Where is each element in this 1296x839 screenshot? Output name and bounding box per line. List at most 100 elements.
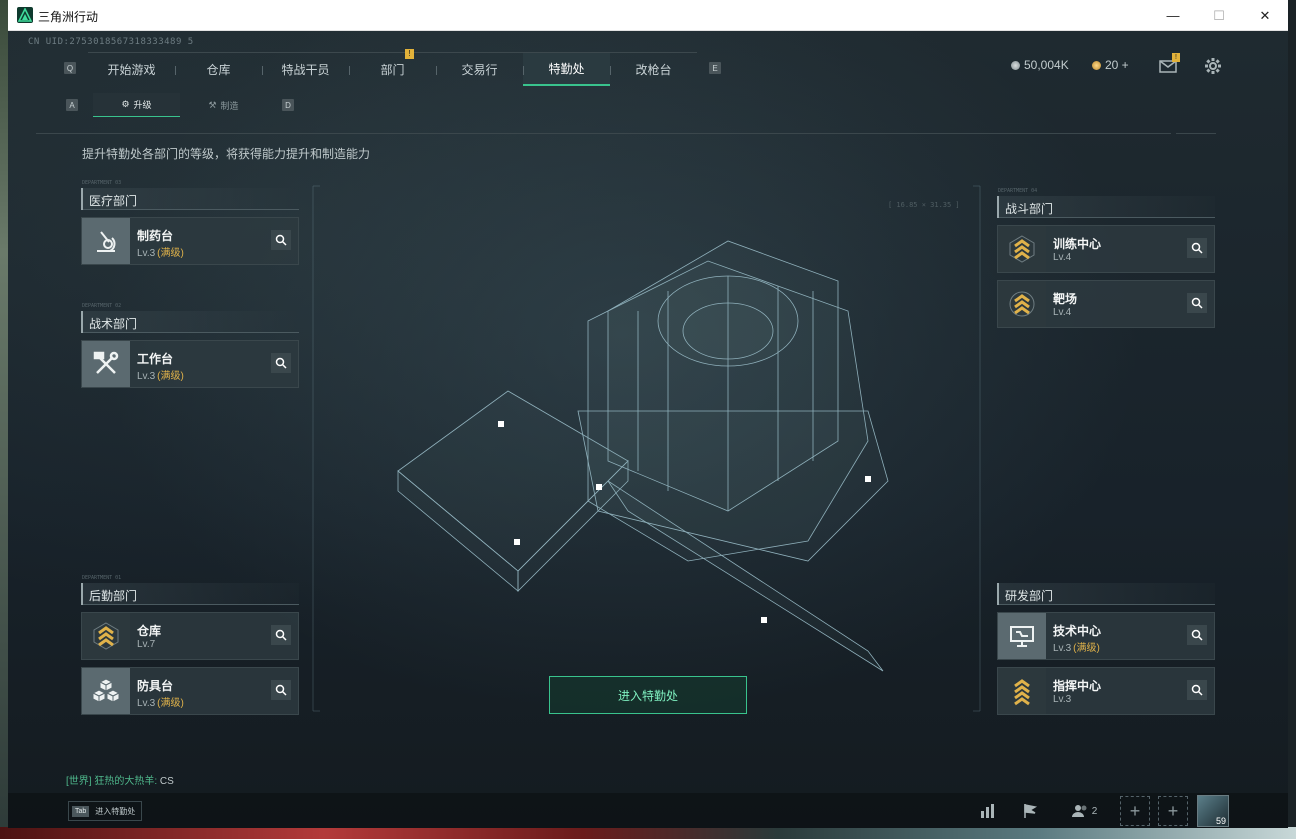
upgrade-icon: ⚙ — [121, 99, 130, 109]
nav-next-key[interactable]: E — [709, 62, 721, 74]
rank-chevron-icon — [998, 281, 1046, 327]
department-title: 后勤部门 — [89, 589, 138, 603]
tab-departments[interactable]: 部门! — [349, 48, 436, 86]
money-display[interactable]: 50,004K — [1011, 58, 1069, 72]
minimize-button[interactable]: — — [1150, 0, 1196, 31]
search-icon[interactable] — [1187, 293, 1207, 313]
level-value: Lv.4 — [1053, 307, 1072, 318]
invite-slot-button[interactable]: + — [1120, 796, 1150, 826]
chat-sender: 狂热的大热羊: — [94, 776, 158, 787]
sub-nav: A ⚙ 升级 ⚒ 制造 D — [66, 93, 294, 117]
search-icon[interactable] — [1187, 680, 1207, 700]
department-medical-header: 医疗部门 — [81, 188, 299, 210]
tab-label: 交易行 — [461, 62, 498, 77]
department-tag: DEPARTMENT 02 — [82, 303, 122, 309]
facility-blueprint — [312, 185, 981, 712]
bottom-bar: Tab 进入特勤处 2 + + 59 — [8, 793, 1288, 828]
facility-name: 制药台 — [137, 229, 174, 243]
close-button[interactable]: ✕ — [1242, 0, 1288, 31]
subtab-next-key[interactable]: D — [282, 99, 294, 111]
facility-card-command-center[interactable]: 指挥中心 Lv.3 — [997, 667, 1215, 715]
search-icon[interactable] — [1187, 625, 1207, 645]
game-window: 三角洲行动 — ☐ ✕ CN UID:2753018567318333489 5… — [8, 0, 1288, 828]
facility-card-shooting-range[interactable]: 靶场 Lv.4 — [997, 280, 1215, 328]
level-value: Lv.3 — [1053, 694, 1072, 705]
party-members[interactable]: 2 — [1064, 795, 1104, 827]
settings-gear-icon[interactable] — [1203, 56, 1223, 76]
tab-operators[interactable]: 特战干员 — [262, 53, 349, 86]
max-level-badge: (满级) — [157, 248, 184, 259]
facility-card-tech-center[interactable]: 技术中心 Lv.3 (满级) — [997, 612, 1215, 660]
tab-special-ops[interactable]: 特勤处 — [523, 52, 610, 86]
game-viewport: CN UID:2753018567318333489 5 Q 开始游戏 仓库 特… — [8, 31, 1288, 828]
search-icon[interactable] — [271, 353, 291, 373]
chat-line[interactable]: [世界] 狂热的大热羊: CS — [66, 772, 174, 787]
monitor-icon — [998, 613, 1046, 659]
facility-name: 训练中心 — [1053, 237, 1102, 251]
divider — [36, 133, 1171, 134]
tab-key: Tab — [72, 805, 90, 817]
tab-start-game[interactable]: 开始游戏 — [88, 53, 175, 86]
search-icon[interactable] — [271, 230, 291, 250]
search-icon[interactable] — [271, 680, 291, 700]
tab-gunsmith[interactable]: 改枪台 — [610, 53, 697, 86]
tab-trading[interactable]: 交易行 — [436, 53, 523, 86]
desktop-background-bottom — [0, 827, 1296, 839]
flag-icon[interactable] — [1014, 795, 1046, 827]
maximize-button[interactable]: ☐ — [1196, 0, 1242, 31]
facility-card-training-center[interactable]: 训练中心 Lv.4 — [997, 225, 1215, 273]
level-value: Lv.3 — [1053, 643, 1072, 654]
facility-card-armor-bench[interactable]: 防具台 Lv.3 (满级) — [81, 667, 299, 715]
gold-display[interactable]: 20 + — [1092, 58, 1129, 72]
search-icon[interactable] — [271, 625, 291, 645]
player-level: 59 — [1215, 816, 1226, 826]
facility-name: 指挥中心 — [1053, 679, 1102, 693]
department-tag: DEPARTMENT 01 — [82, 575, 122, 581]
facility-name: 工作台 — [137, 352, 174, 366]
mail-icon[interactable]: ! — [1158, 53, 1180, 76]
tab-label: 特战干员 — [281, 62, 330, 77]
cubes-icon — [82, 668, 130, 714]
department-research-header: 研发部门 — [997, 583, 1215, 605]
department-logistics-header: 后勤部门 — [81, 583, 299, 605]
level-value: Lv.3 — [137, 698, 156, 709]
coin-icon — [1011, 60, 1020, 70]
gold-icon — [1092, 60, 1101, 70]
facility-card-pharmacy[interactable]: 制药台 Lv.3 (满级) — [81, 217, 299, 265]
nav-prev-key[interactable]: Q — [64, 62, 76, 74]
app-logo-icon — [17, 7, 33, 23]
desktop-background-left — [0, 0, 8, 839]
invite-slot-button[interactable]: + — [1158, 796, 1188, 826]
tab-label: 开始游戏 — [107, 62, 156, 77]
facility-level: Lv.3 — [1053, 694, 1071, 705]
subtab-upgrade[interactable]: ⚙ 升级 — [93, 93, 180, 117]
hammer-wrench-icon — [82, 341, 130, 387]
tab-warehouse[interactable]: 仓库 — [175, 53, 262, 86]
tab-shortcut-hint[interactable]: Tab 进入特勤处 — [68, 801, 143, 821]
enter-special-ops-button[interactable]: 进入特勤处 — [549, 676, 747, 714]
rank-chevron-icon — [82, 613, 130, 659]
rank-chevron-icon — [998, 668, 1046, 714]
window-title: 三角洲行动 — [38, 10, 99, 24]
nav-tabs: 开始游戏 仓库 特战干员 部门! 交易行 特勤处 改枪台 — [88, 48, 697, 86]
department-tag: DEPARTMENT 04 — [998, 188, 1038, 194]
facility-level: Lv.4 — [1053, 252, 1071, 263]
player-avatar[interactable]: 59 — [1197, 795, 1229, 827]
gold-value: 20 + — [1105, 58, 1129, 72]
craft-icon: ⚒ — [208, 99, 217, 110]
facility-card-warehouse[interactable]: 仓库 Lv.7 — [81, 612, 299, 660]
people-icon — [1071, 805, 1087, 817]
department-title: 研发部门 — [1005, 589, 1054, 603]
max-level-badge: (满级) — [157, 698, 184, 709]
facility-card-workbench[interactable]: 工作台 Lv.3 (满级) — [81, 340, 299, 388]
party-count: 2 — [1091, 805, 1098, 817]
subtab-craft[interactable]: ⚒ 制造 — [180, 93, 267, 117]
level-value: Lv.3 — [137, 248, 156, 259]
facility-name: 防具台 — [137, 679, 174, 693]
stats-chart-icon[interactable] — [972, 795, 1004, 827]
level-value: Lv.4 — [1053, 252, 1072, 263]
search-icon[interactable] — [1187, 238, 1207, 258]
subtab-prev-key[interactable]: A — [66, 99, 78, 111]
window-titlebar: 三角洲行动 — ☐ ✕ — [8, 0, 1288, 31]
department-title: 战斗部门 — [1005, 202, 1054, 216]
